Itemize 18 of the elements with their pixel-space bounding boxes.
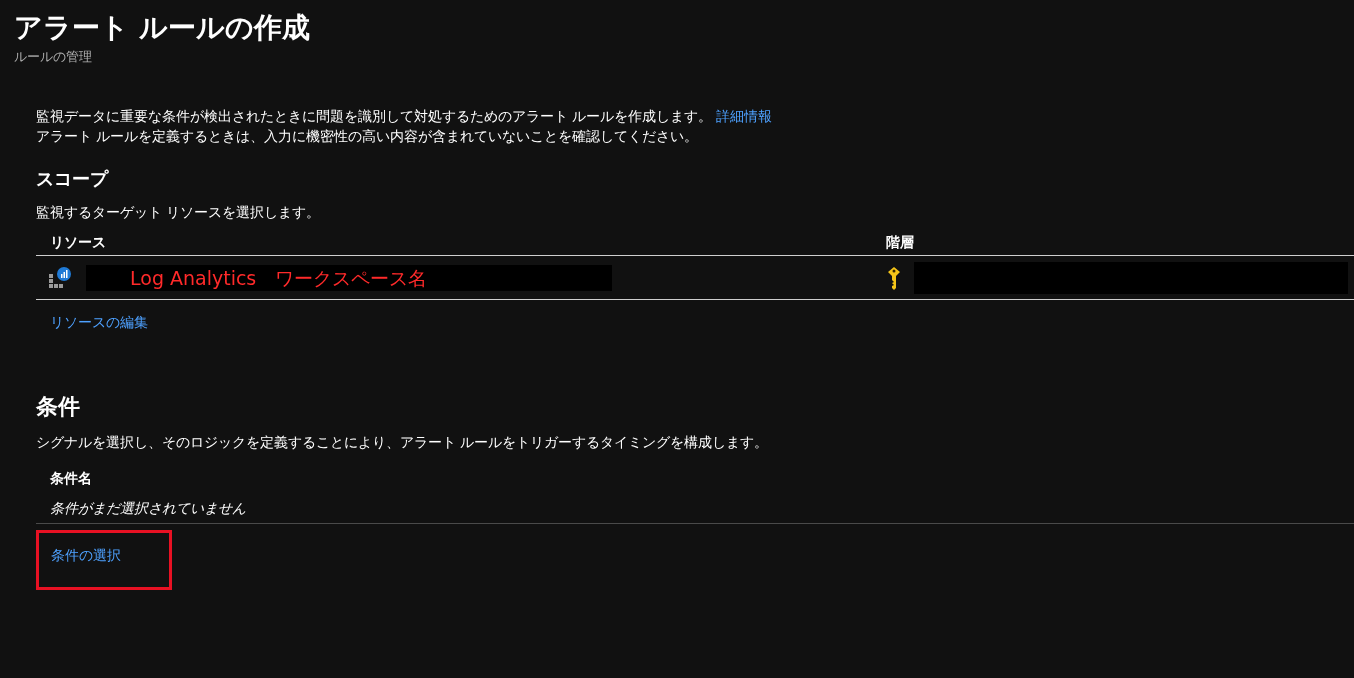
intro-text: 監視データに重要な条件が検出されたときに問題を識別して対処するためのアラート ルールを作成します。 (36, 107, 713, 126)
key-icon (886, 265, 902, 290)
workspace-icon (48, 265, 72, 290)
more-info-link[interactable]: 詳細情報 (716, 106, 773, 126)
section-description: 監視するターゲット リソースを選択します。 (36, 203, 321, 222)
page-title: アラート ルールの作成 (14, 10, 310, 46)
empty-state-text: 条件がまだ選択されていません (50, 499, 246, 518)
select-condition-link[interactable]: 条件の選択 (36, 530, 172, 590)
column-header: 階層 (886, 234, 914, 250)
resource-name: Log Analytics ワークスペース名 (86, 264, 612, 291)
section-heading: 条件 (36, 393, 80, 421)
section-heading: スコープ (36, 167, 108, 191)
page-subtitle: ルールの管理 (14, 48, 92, 66)
edit-resource-link[interactable]: リソースの編集 (50, 312, 148, 332)
section-description: シグナルを選択し、そのロジックを定義することにより、アラート ルールをトリガーするタイミングを構成します。 (36, 433, 769, 452)
privacy-note: アラート ルールを定義するときは、入力に機密性の高い内容が含まれていないことを確認してください。 (36, 127, 699, 146)
column-header: リソース (50, 234, 106, 250)
column-header: 条件名 (50, 468, 92, 488)
